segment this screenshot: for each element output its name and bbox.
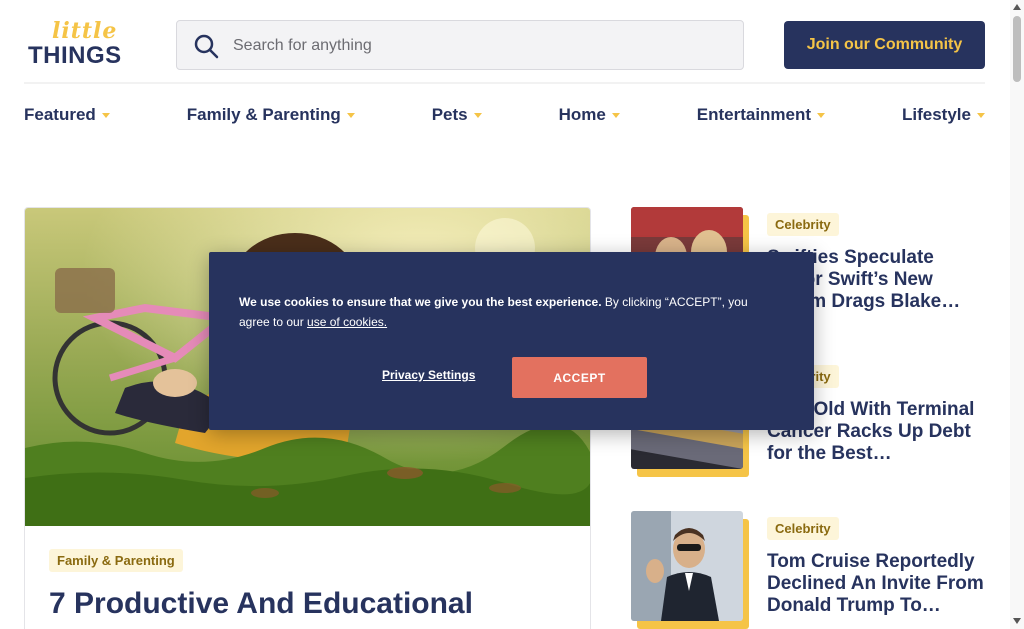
scroll-down-arrow-icon[interactable] [1013,618,1021,624]
scroll-up-arrow-icon[interactable] [1013,4,1021,10]
scrollbar-thumb[interactable] [1013,16,1021,82]
nav-label: Family & Parenting [186,105,341,124]
chevron-down-icon [817,112,826,118]
cookie-policy-link[interactable]: use of cookies. [307,315,387,329]
search-input[interactable] [233,33,723,59]
privacy-settings-link[interactable]: Privacy Settings [382,368,475,382]
site-logo[interactable]: little THINGS [24,18,124,72]
category-badge[interactable]: Family & Parenting [49,549,183,572]
article-image[interactable] [631,511,743,621]
cookie-message-bold: We use cookies to ensure that we give yo… [239,295,602,309]
nav-label: Home [558,105,606,124]
logo-little: little [52,18,118,44]
category-badge[interactable]: Celebrity [767,213,839,236]
category-badge[interactable]: Celebrity [767,517,839,540]
site-header: little THINGS Join our Community [0,0,1010,84]
chevron-down-icon [346,112,355,118]
page-scrollbar[interactable] [1010,0,1024,629]
nav-label: Entertainment [696,105,812,124]
join-community-button[interactable]: Join our Community [784,21,985,69]
chevron-down-icon [976,112,985,118]
featured-article-title[interactable]: 7 Productive And Educational [49,586,569,622]
nav-item-featured[interactable]: Featured [24,105,110,125]
article-thumbnail[interactable] [631,511,749,629]
cookie-consent-banner: We use cookies to ensure that we give yo… [209,252,814,430]
chevron-down-icon [611,112,620,118]
nav-label: Featured [24,105,96,124]
main-nav: Featured Family & Parenting Pets Home En… [24,100,985,130]
nav-label: Pets [431,105,468,124]
side-article[interactable]: Celebrity Tom Cruise Reportedly Declined… [631,511,991,629]
search-icon[interactable] [193,33,219,59]
header-divider [24,82,985,84]
chevron-down-icon [101,112,110,118]
search-bar[interactable] [176,20,744,70]
article-title[interactable]: Tom Cruise Reportedly Declined An Invite… [767,551,987,617]
nav-item-home[interactable]: Home [559,105,620,125]
nav-label: Lifestyle [902,105,971,124]
cookie-message: We use cookies to ensure that we give yo… [239,292,779,332]
nav-item-family-parenting[interactable]: Family & Parenting [187,105,355,125]
nav-item-entertainment[interactable]: Entertainment [696,105,826,125]
nav-item-lifestyle[interactable]: Lifestyle [902,105,985,125]
nav-item-pets[interactable]: Pets [432,105,482,125]
chevron-down-icon [473,112,482,118]
accept-cookies-button[interactable]: ACCEPT [512,357,647,398]
logo-things: THINGS [28,42,122,69]
